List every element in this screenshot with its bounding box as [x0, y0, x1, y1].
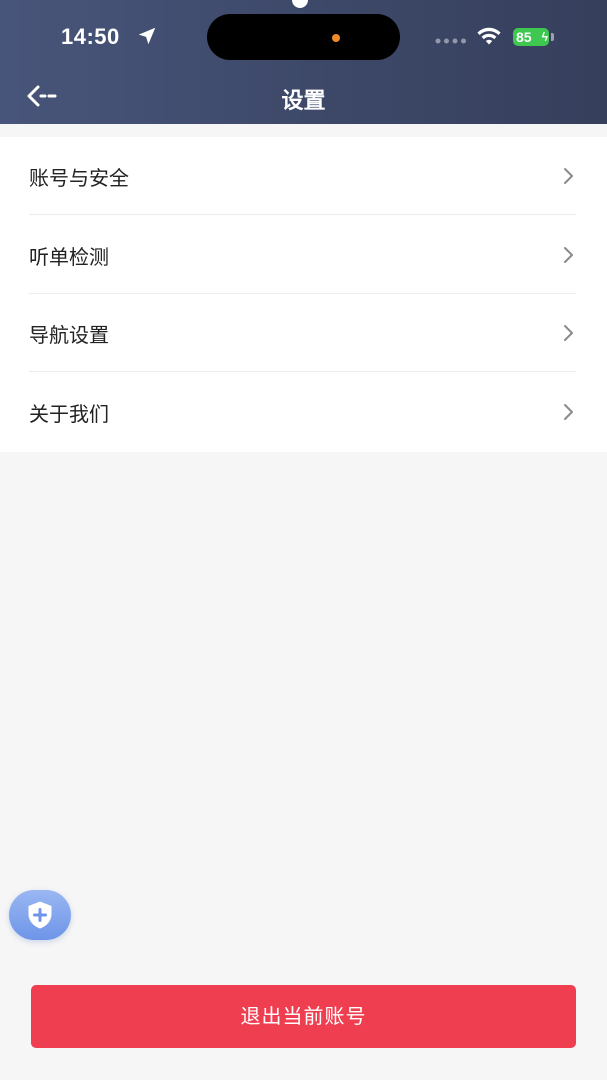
cellular-signal-icon: [435, 38, 466, 44]
chevron-right-icon: [564, 247, 573, 263]
battery-level: 85: [516, 29, 532, 45]
menu-item-label: 账号与安全: [29, 166, 129, 190]
logout-button[interactable]: 退出当前账号: [31, 985, 576, 1048]
wifi-icon: [477, 27, 501, 45]
divider: [29, 214, 576, 215]
menu-item-order-detection[interactable]: 听单检测: [0, 216, 607, 294]
battery-indicator: 85 ϟ: [513, 28, 549, 46]
battery-cap: [551, 33, 554, 41]
menu-item-about-us[interactable]: 关于我们: [0, 373, 607, 451]
divider: [29, 371, 576, 372]
menu-item-label: 关于我们: [29, 402, 109, 426]
menu-item-navigation-settings[interactable]: 导航设置: [0, 294, 607, 372]
top-bar: 14:50 85 ϟ 设置: [0, 0, 607, 124]
charging-bolt-icon: ϟ: [541, 30, 548, 44]
menu-item-label: 导航设置: [29, 323, 109, 347]
page-title: 设置: [281, 89, 326, 114]
recording-indicator: [332, 34, 340, 42]
info-indicator-icon: [292, 0, 308, 8]
dynamic-island: [207, 14, 400, 60]
chevron-right-icon: [564, 404, 573, 420]
floating-shield-button[interactable]: [9, 890, 71, 940]
chevron-right-icon: [564, 325, 573, 341]
status-time: 14:50: [61, 24, 120, 49]
location-arrow-icon: [138, 27, 156, 45]
settings-menu: 账号与安全 听单检测 导航设置 关于我们: [0, 137, 607, 452]
shield-plus-icon: [28, 901, 52, 929]
menu-item-label: 听单检测: [29, 245, 109, 269]
chevron-right-icon: [564, 168, 573, 184]
menu-item-account-security[interactable]: 账号与安全: [0, 137, 607, 215]
